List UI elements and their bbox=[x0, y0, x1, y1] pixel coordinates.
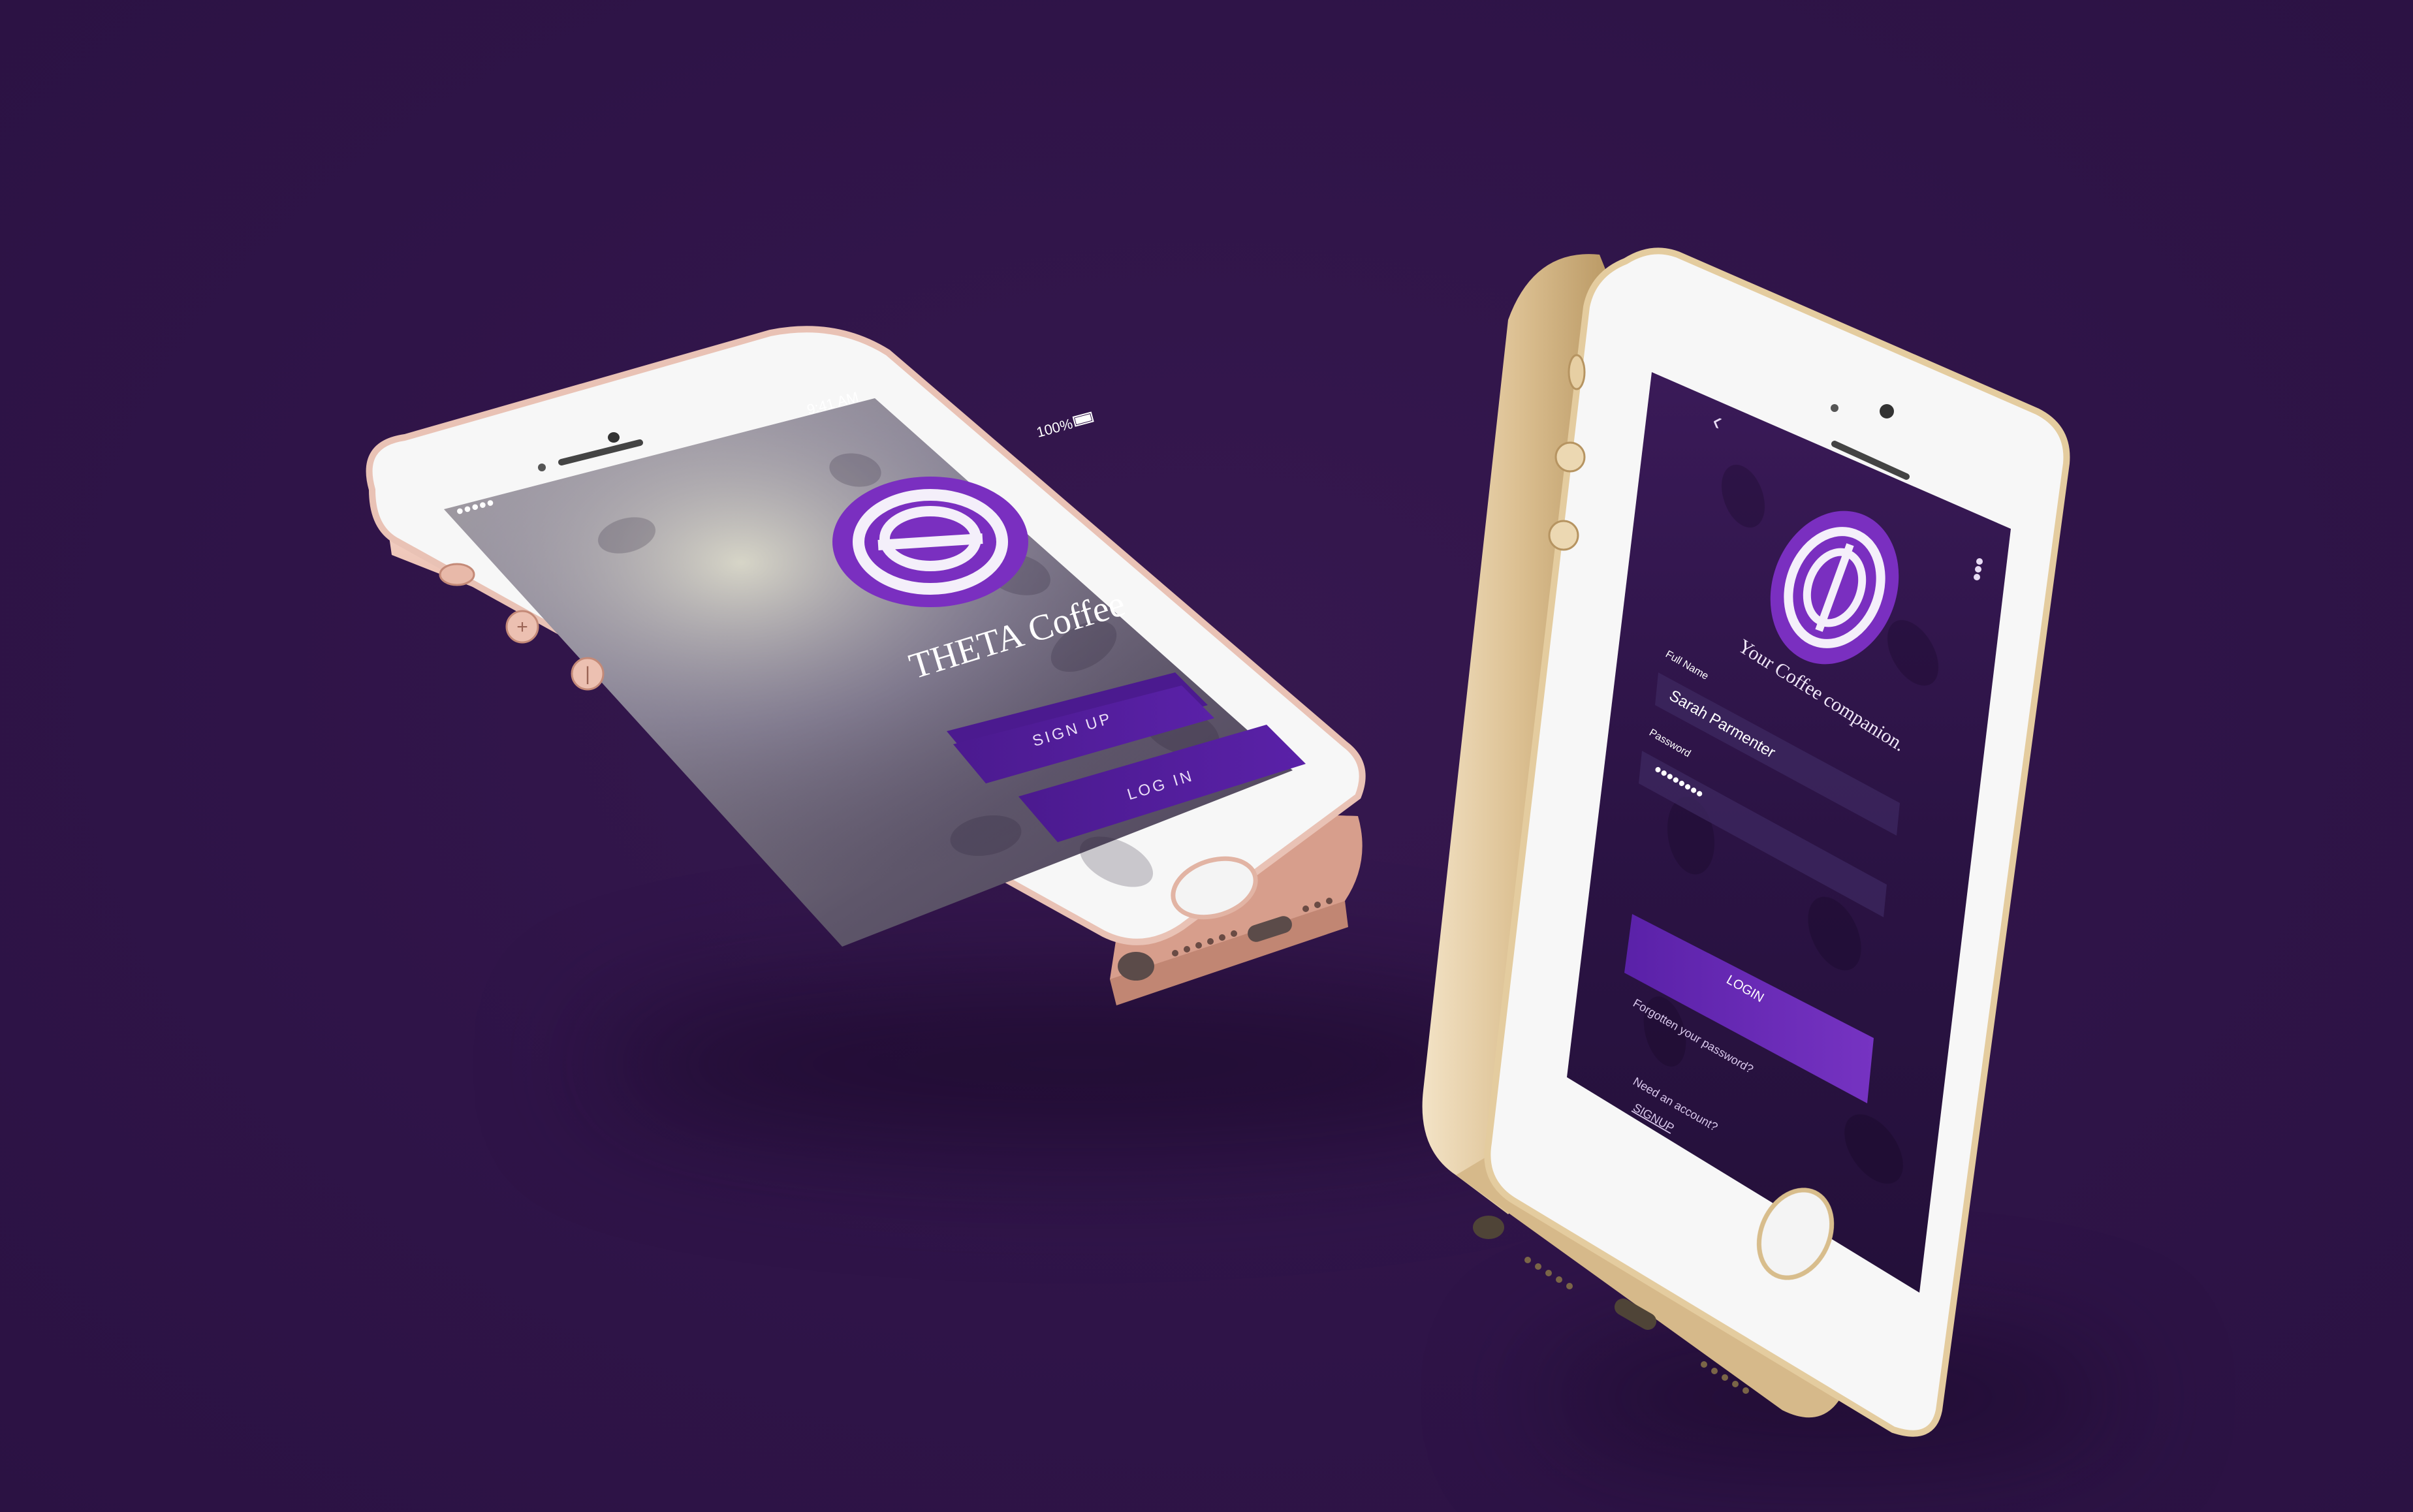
phone-gold-graphic: ‹ Your Coffee companion. Full Name Sarah… bbox=[1422, 247, 2070, 1437]
phone-b-volume-down[interactable] bbox=[1548, 520, 1579, 551]
mockup-stage: + | ●●●●● 9:41 AM 100% THETA Coffee SIGN… bbox=[0, 0, 2413, 1512]
phone-a-signal-icon: ●●●●● bbox=[454, 495, 496, 519]
phone-gold: ‹ Your Coffee companion. Full Name Sarah… bbox=[1417, 247, 2102, 1437]
phone-a-status-battery: 100% bbox=[1035, 415, 1075, 441]
phone-a-logo-icon bbox=[832, 477, 1028, 607]
phone-b-volume-up[interactable] bbox=[1554, 441, 1586, 473]
phone-b-front-camera bbox=[1880, 404, 1894, 418]
phone-b-mute-switch[interactable] bbox=[1568, 354, 1586, 390]
phone-a-status-time: 9:41 AM bbox=[805, 388, 860, 418]
phone-b-headphone-jack bbox=[1473, 1216, 1504, 1239]
